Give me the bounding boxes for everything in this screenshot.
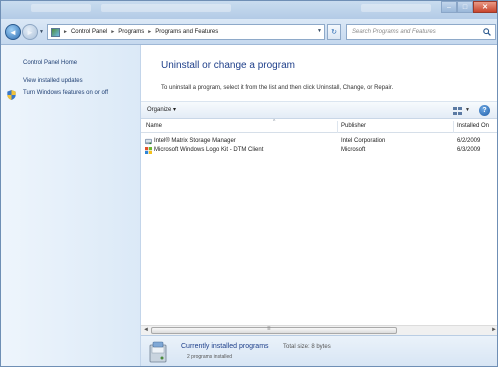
- task-pane: Control Panel Home View installed update…: [1, 45, 141, 366]
- program-publisher: Intel Corporation: [341, 138, 386, 144]
- scroll-right-button[interactable]: ►: [491, 327, 497, 333]
- program-row[interactable]: Intel® Matrix Storage Manager Intel Corp…: [141, 137, 497, 146]
- forward-button[interactable]: ►: [22, 24, 38, 40]
- title-glare: [101, 4, 231, 12]
- refresh-button[interactable]: ↻: [327, 24, 341, 40]
- shield-icon: [7, 90, 16, 100]
- page-title: Uninstall or change a program: [161, 60, 295, 71]
- details-total-size: Total size: 8 bytes: [283, 344, 331, 350]
- view-installed-updates-link[interactable]: View installed updates: [23, 77, 83, 85]
- column-divider[interactable]: [453, 121, 454, 133]
- back-button[interactable]: ◄: [5, 24, 21, 40]
- title-glare: [361, 4, 431, 12]
- sort-indicator-icon: ^: [273, 119, 276, 125]
- command-bar: Organize ▾ ▼ ?: [141, 101, 497, 119]
- column-header-name[interactable]: Name: [146, 123, 162, 129]
- breadcrumb-separator[interactable]: ►: [63, 29, 68, 35]
- breadcrumb-separator[interactable]: ►: [147, 29, 152, 35]
- maximize-button[interactable]: □: [457, 1, 473, 13]
- programs-and-features-window: – □ ✕ ◄ ► ▼ ► Control Panel ► Programs ►…: [0, 0, 498, 367]
- control-panel-home-link[interactable]: Control Panel Home: [23, 59, 77, 67]
- breadcrumb-control-panel[interactable]: Control Panel: [71, 29, 107, 35]
- address-bar[interactable]: ► Control Panel ► Programs ► Programs an…: [47, 24, 325, 40]
- column-header-row: Name ^ Publisher Installed On: [141, 119, 497, 133]
- breadcrumb-programs[interactable]: Programs: [118, 29, 144, 35]
- program-installed-date: 6/3/2009: [457, 147, 481, 153]
- search-placeholder: Search Programs and Features: [352, 29, 436, 35]
- scroll-thumb[interactable]: ≡: [151, 326, 397, 334]
- program-name: Intel® Matrix Storage Manager: [154, 138, 236, 144]
- control-panel-icon: [51, 27, 60, 37]
- views-dropdown-button[interactable]: ▼: [465, 107, 470, 113]
- page-description: To uninstall a program, select it from t…: [161, 85, 394, 91]
- address-dropdown-button[interactable]: ▼: [317, 28, 322, 34]
- recent-pages-dropdown[interactable]: ▼: [39, 29, 44, 35]
- scroll-left-button[interactable]: ◄: [143, 327, 149, 333]
- search-icon[interactable]: [483, 28, 491, 36]
- program-installed-date: 6/2/2009: [457, 138, 481, 144]
- title-bar[interactable]: – □ ✕: [1, 1, 497, 19]
- search-input[interactable]: Search Programs and Features: [346, 24, 496, 40]
- program-publisher: Microsoft: [341, 147, 366, 153]
- column-divider[interactable]: [337, 121, 338, 133]
- installed-programs-icon: [149, 341, 167, 363]
- organize-button[interactable]: Organize ▾: [147, 106, 176, 113]
- column-header-installed-on[interactable]: Installed On: [457, 123, 489, 129]
- main-content: Uninstall or change a program To uninsta…: [141, 45, 497, 366]
- details-pane: Currently installed programs Total size:…: [141, 335, 497, 366]
- program-row[interactable]: Microsoft Windows Logo Kit - DTM Client …: [141, 146, 497, 155]
- title-glare: [31, 4, 91, 12]
- intel-program-icon: [145, 138, 152, 145]
- details-program-count: 2 programs installed: [187, 354, 233, 360]
- breadcrumb-programs-and-features[interactable]: Programs and Features: [155, 29, 218, 35]
- views-icon[interactable]: [453, 107, 462, 115]
- help-icon[interactable]: ?: [479, 105, 490, 116]
- horizontal-scrollbar[interactable]: ◄ ≡ ►: [141, 325, 497, 335]
- details-title: Currently installed programs: [181, 343, 269, 350]
- column-header-publisher[interactable]: Publisher: [341, 123, 366, 129]
- program-name: Microsoft Windows Logo Kit - DTM Client: [154, 147, 264, 153]
- scroll-grip-icon: ≡: [267, 326, 271, 332]
- windows-program-icon: [145, 147, 152, 154]
- minimize-button[interactable]: –: [441, 1, 457, 13]
- navigation-bar: ◄ ► ▼ ► Control Panel ► Programs ► Progr…: [1, 19, 497, 45]
- breadcrumb-separator[interactable]: ►: [110, 29, 115, 35]
- turn-windows-features-link[interactable]: Turn Windows features on or off: [23, 89, 135, 97]
- close-button[interactable]: ✕: [473, 1, 497, 13]
